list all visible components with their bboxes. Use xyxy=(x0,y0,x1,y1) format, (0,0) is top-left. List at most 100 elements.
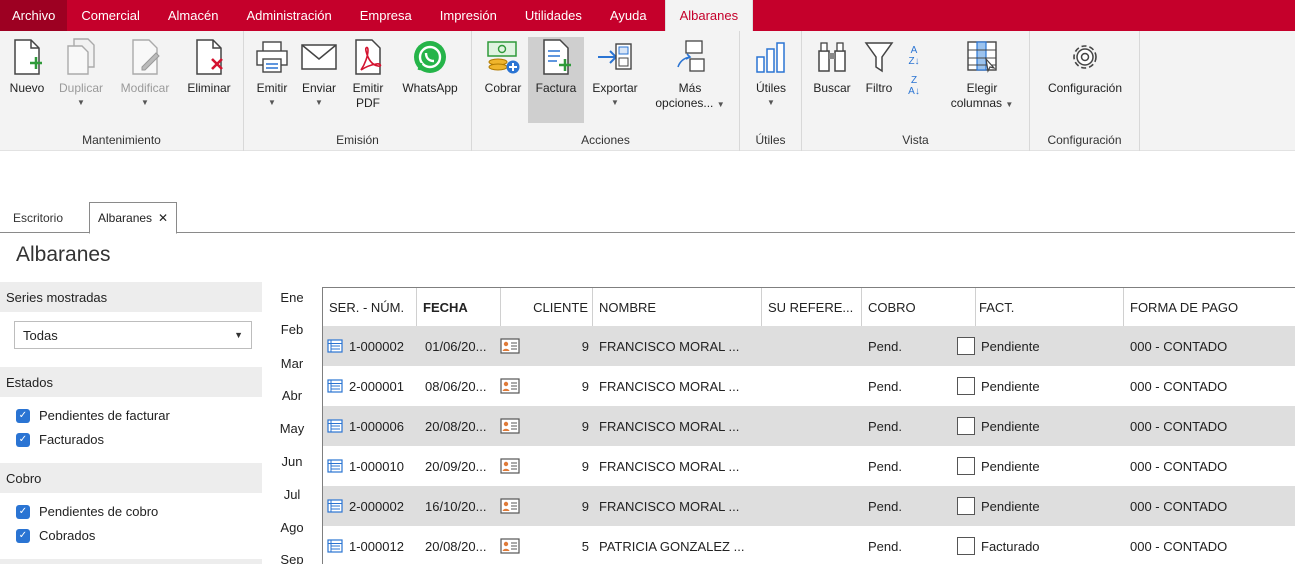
table-row[interactable]: 1-000002 01/06/20... 9 FRANCISCO MORAL ... P… xyxy=(323,326,1295,366)
emitir-pdf-button[interactable]: Emitir PDF xyxy=(346,37,390,125)
checkbox-icon[interactable] xyxy=(957,497,975,515)
duplicar-button[interactable]: Duplicar ▼ xyxy=(52,37,110,125)
factura-button[interactable]: Factura xyxy=(528,37,584,123)
enviar-button[interactable]: Enviar ▼ xyxy=(296,37,342,125)
month-mar[interactable]: Mar xyxy=(272,356,312,371)
month-sep[interactable]: Sep xyxy=(272,552,312,564)
col-fact[interactable]: FACT. xyxy=(976,288,1124,326)
tab-albaranes[interactable]: Albaranes ✕ xyxy=(89,202,178,234)
utiles-button[interactable]: Útiles ▼ xyxy=(748,37,794,125)
checkbox-pendientes-cobro[interactable]: ✓ Pendientes de cobro xyxy=(16,504,158,519)
cell-sernum: 1-000010 xyxy=(349,458,404,474)
client-card-icon[interactable] xyxy=(500,526,520,564)
fact-checkbox[interactable]: Pendiente xyxy=(957,486,1040,526)
menu-almacen[interactable]: Almacén xyxy=(154,0,233,31)
elegir-columnas-line2: columnas xyxy=(950,96,1003,110)
sort-desc-icon[interactable]: Z A↓ xyxy=(908,75,920,97)
table-row[interactable]: 1-000012 20/08/20... 5 PATRICIA GONZALEZ ..… xyxy=(323,526,1295,564)
month-ago[interactable]: Ago xyxy=(272,520,312,535)
fact-checkbox[interactable]: Pendiente xyxy=(957,366,1040,406)
close-icon[interactable]: ✕ xyxy=(158,211,168,225)
table-row[interactable]: 2-000002 16/10/20... 9 FRANCISCO MORAL ... P… xyxy=(323,486,1295,526)
modificar-label: Modificar xyxy=(120,81,170,95)
sort-buttons[interactable]: A Z↓ Z A↓ xyxy=(902,45,926,133)
checkbox-icon[interactable] xyxy=(957,417,975,435)
emitir-button[interactable]: Emitir ▼ xyxy=(252,37,292,125)
cell-forma-pago: 000 - CONTADO xyxy=(1130,378,1228,394)
col-nombre[interactable]: NOMBRE xyxy=(593,288,762,326)
albaranes-table: SER. - NÚM. FECHA CLIENTE NOMBRE SU REFE… xyxy=(322,287,1295,564)
month-may[interactable]: May xyxy=(272,421,312,436)
cell-cliente: 9 xyxy=(581,338,589,354)
cobrar-button[interactable]: Cobrar xyxy=(480,37,526,125)
client-card-icon[interactable] xyxy=(500,406,520,446)
checkbox-icon[interactable] xyxy=(957,537,975,555)
checkbox-facturados[interactable]: ✓ Facturados xyxy=(16,432,104,447)
exportar-button[interactable]: Exportar ▼ xyxy=(586,37,644,125)
group-utiles: Útiles ▼ Útiles xyxy=(740,31,802,151)
sort-asc-icon[interactable]: A Z↓ xyxy=(908,45,919,67)
gear-icon xyxy=(1065,37,1105,77)
checkmark-icon: ✓ xyxy=(16,432,30,447)
client-card-icon[interactable] xyxy=(500,446,520,486)
col-forma-pago[interactable]: FORMA DE PAGO xyxy=(1124,288,1295,326)
duplicar-caret-icon: ▼ xyxy=(77,98,85,107)
elegir-columnas-caret-icon: ▼ xyxy=(1005,100,1014,109)
document-tabs: Escritorio Albaranes ✕ xyxy=(0,202,1295,234)
filtro-button[interactable]: Filtro xyxy=(858,37,900,125)
month-jul[interactable]: Jul xyxy=(272,487,312,502)
elegir-columnas-button[interactable]: Elegir columnas ▼ xyxy=(942,37,1022,125)
more-options-icon xyxy=(670,37,710,77)
bar-chart-icon xyxy=(751,37,791,77)
tab-escritorio[interactable]: Escritorio xyxy=(5,202,71,233)
checkbox-icon[interactable] xyxy=(957,457,975,475)
configuracion-button[interactable]: Configuración xyxy=(1038,37,1132,125)
client-card-icon[interactable] xyxy=(500,366,520,406)
menu-albaranes[interactable]: Albaranes xyxy=(664,0,754,31)
cell-fecha: 01/06/20... xyxy=(425,338,487,354)
client-card-icon[interactable] xyxy=(500,326,520,366)
modificar-button[interactable]: Modificar ▼ xyxy=(114,37,176,125)
col-cliente[interactable]: CLIENTE xyxy=(501,288,593,326)
col-sernum[interactable]: SER. - NÚM. xyxy=(323,288,417,326)
menu-ayuda[interactable]: Ayuda xyxy=(596,0,661,31)
fact-checkbox[interactable]: Pendiente xyxy=(957,446,1040,486)
month-abr[interactable]: Abr xyxy=(272,388,312,403)
cell-forma-pago: 000 - CONTADO xyxy=(1130,538,1228,554)
checkbox-cobrados[interactable]: ✓ Cobrados xyxy=(16,528,95,543)
col-cobro[interactable]: COBRO xyxy=(862,288,976,326)
cell-cliente: 9 xyxy=(581,498,589,514)
mas-opciones-button[interactable]: Más opciones... ▼ xyxy=(648,37,732,125)
ribbon: Nuevo Duplicar ▼ Modificar ▼ Eliminar Ma… xyxy=(0,31,1295,151)
fact-checkbox[interactable]: Pendiente xyxy=(957,326,1040,366)
fact-checkbox[interactable]: Facturado xyxy=(957,526,1040,564)
fact-checkbox[interactable]: Pendiente xyxy=(957,406,1040,446)
checkbox-icon[interactable] xyxy=(957,337,975,355)
month-feb[interactable]: Feb xyxy=(272,322,312,337)
nuevo-button[interactable]: Nuevo xyxy=(4,37,50,125)
table-row[interactable]: 1-000006 20/08/20... 9 FRANCISCO MORAL ... P… xyxy=(323,406,1295,446)
table-row[interactable]: 1-000010 20/09/20... 9 FRANCISCO MORAL ... P… xyxy=(323,446,1295,486)
checkbox-facturados-label: Facturados xyxy=(39,432,105,447)
checkbox-pendientes-facturar[interactable]: ✓ Pendientes de facturar xyxy=(16,408,170,423)
menu-impresion[interactable]: Impresión xyxy=(426,0,511,31)
menu-empresa[interactable]: Empresa xyxy=(346,0,426,31)
col-fecha[interactable]: FECHA xyxy=(417,288,501,326)
table-row[interactable]: 2-000001 08/06/20... 9 FRANCISCO MORAL ... P… xyxy=(323,366,1295,406)
menu-administracion[interactable]: Administración xyxy=(232,0,345,31)
series-select[interactable]: Todas ▼ xyxy=(14,321,252,349)
group-label-acciones: Acciones xyxy=(581,133,630,147)
next-section-header xyxy=(0,559,262,564)
cell-fact: Pendiente xyxy=(981,418,1040,434)
eliminar-button[interactable]: Eliminar xyxy=(180,37,238,125)
col-su-referencia[interactable]: SU REFERE... xyxy=(762,288,862,326)
menu-utilidades[interactable]: Utilidades xyxy=(511,0,596,31)
client-card-icon[interactable] xyxy=(500,486,520,526)
month-jun[interactable]: Jun xyxy=(272,454,312,469)
menu-archivo[interactable]: Archivo xyxy=(0,0,68,31)
checkbox-icon[interactable] xyxy=(957,377,975,395)
whatsapp-button[interactable]: WhatsApp xyxy=(394,37,466,125)
month-ene[interactable]: Ene xyxy=(272,290,312,305)
buscar-button[interactable]: Buscar xyxy=(808,37,856,125)
menu-comercial[interactable]: Comercial xyxy=(67,0,154,31)
